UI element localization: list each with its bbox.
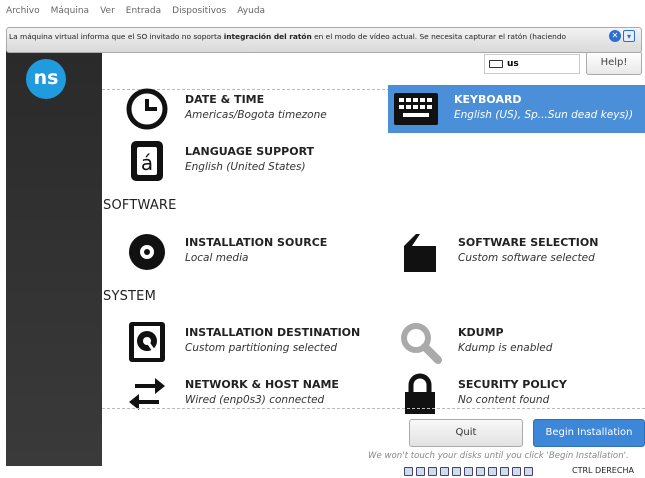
- keyboard-small-icon: [489, 60, 503, 68]
- spoke-language-support[interactable]: á LANGUAGE SUPPORT English (United State…: [119, 137, 389, 185]
- spoke-software-selection[interactable]: SOFTWARE SELECTION Custom software selec…: [392, 228, 645, 276]
- spoke-title: KEYBOARD: [454, 93, 522, 106]
- magnifier-icon: [392, 318, 448, 366]
- spoke-installation-destination[interactable]: INSTALLATION DESTINATION Custom partitio…: [119, 318, 389, 366]
- package-icon: [392, 228, 448, 276]
- divider-bottom: [102, 408, 645, 409]
- spoke-status: Kdump is enabled: [458, 342, 553, 354]
- notification-text-bold: integración del ratón: [223, 32, 312, 41]
- spoke-security-policy[interactable]: SECURITY POLICY No content found: [392, 370, 645, 418]
- spoke-title: SECURITY POLICY: [458, 378, 567, 391]
- vm-statusbar: CTRL DERECHA: [0, 466, 645, 478]
- keyboard-icon: [388, 85, 444, 133]
- network-arrows-icon: [119, 370, 175, 418]
- cpu-status-icon[interactable]: [500, 467, 509, 476]
- spoke-installation-source[interactable]: INSTALLATION SOURCE Local media: [119, 228, 389, 276]
- spoke-title: SOFTWARE SELECTION: [458, 236, 599, 249]
- harddisk-status-icon[interactable]: [404, 467, 413, 476]
- spoke-status: English (US), Sp...Sun dead keys)): [454, 109, 634, 121]
- spoke-title: DATE & TIME: [185, 93, 265, 106]
- optical-drive-status-icon[interactable]: [416, 467, 425, 476]
- harddisk-icon: [119, 318, 175, 366]
- spoke-kdump[interactable]: KDUMP Kdump is enabled: [392, 318, 645, 366]
- mouse-integration-notification: La máquina virtual informa que el SO inv…: [6, 27, 642, 53]
- spoke-status: Custom partitioning selected: [185, 342, 338, 354]
- notification-text-before: La máquina virtual informa que el SO inv…: [9, 32, 224, 41]
- spoke-keyboard[interactable]: KEYBOARD English (US), Sp...Sun dead key…: [388, 85, 645, 133]
- logo: ns: [26, 59, 66, 99]
- spoke-status: English (United States): [185, 161, 306, 173]
- clock-icon: [119, 85, 175, 133]
- menu-maquina[interactable]: Máquina: [51, 6, 89, 16]
- spoke-title: KDUMP: [458, 326, 504, 339]
- menu-ayuda[interactable]: Ayuda: [237, 6, 265, 16]
- lock-icon: [392, 370, 448, 418]
- spoke-status: Wired (enp0s3) connected: [185, 394, 325, 406]
- mouse-integration-status-icon[interactable]: [512, 467, 521, 476]
- spoke-date-time[interactable]: DATE & TIME Americas/Bogota timezone: [119, 85, 389, 133]
- svg-text:á: á: [141, 151, 153, 175]
- section-heading-software: SOFTWARE: [103, 198, 177, 213]
- keyboard-layout-indicator[interactable]: us: [484, 54, 580, 74]
- section-heading-system: SYSTEM: [103, 289, 157, 304]
- spoke-title: INSTALLATION DESTINATION: [185, 326, 361, 339]
- network-status-icon[interactable]: [440, 467, 449, 476]
- notification-text-after: en el modo de vídeo actual. Se necesita …: [311, 32, 567, 41]
- recording-status-icon[interactable]: [488, 467, 497, 476]
- host-key-label: CTRL DERECHA: [572, 466, 634, 475]
- sidebar: ns: [6, 48, 102, 466]
- language-icon: á: [119, 137, 175, 185]
- begin-installation-button[interactable]: Begin Installation: [533, 419, 645, 447]
- help-button[interactable]: Help!: [586, 51, 642, 75]
- disc-icon: [119, 228, 175, 276]
- quit-button[interactable]: Quit: [409, 419, 523, 447]
- spoke-network-host-name[interactable]: NETWORK & HOST NAME Wired (enp0s3) conne…: [119, 370, 389, 418]
- hide-notification-icon[interactable]: ▾: [623, 30, 635, 42]
- usb-status-icon[interactable]: [452, 467, 461, 476]
- display-status-icon[interactable]: [476, 467, 485, 476]
- keyboard-layout-label: us: [507, 59, 519, 69]
- spoke-title: LANGUAGE SUPPORT: [185, 145, 315, 158]
- menu-archivo[interactable]: Archivo: [6, 6, 40, 16]
- close-notification-icon[interactable]: ✕: [609, 30, 621, 42]
- spoke-title: NETWORK & HOST NAME: [185, 378, 339, 391]
- audio-status-icon[interactable]: [428, 467, 437, 476]
- menu-dispositivos[interactable]: Dispositivos: [172, 6, 226, 16]
- spoke-status: Custom software selected: [458, 252, 595, 264]
- spoke-status: Americas/Bogota timezone: [185, 109, 327, 121]
- disk-notice: We won't touch your disks until you clic…: [368, 451, 629, 461]
- spoke-status: No content found: [458, 394, 550, 406]
- device-icons: [404, 467, 533, 476]
- spoke-status: Local media: [185, 252, 249, 264]
- menu-entrada[interactable]: Entrada: [126, 6, 161, 16]
- shared-folders-status-icon[interactable]: [464, 467, 473, 476]
- menu-ver[interactable]: Ver: [100, 6, 115, 16]
- guest-screen: ns us Help! DATE & TIME Americas/Bogota …: [6, 48, 645, 466]
- host-menubar: Archivo Máquina Ver Entrada Dispositivos…: [0, 0, 645, 22]
- spoke-title: INSTALLATION SOURCE: [185, 236, 328, 249]
- notification-actions: ✕ ▾: [609, 30, 635, 42]
- host-key-arrow-icon: [524, 467, 533, 476]
